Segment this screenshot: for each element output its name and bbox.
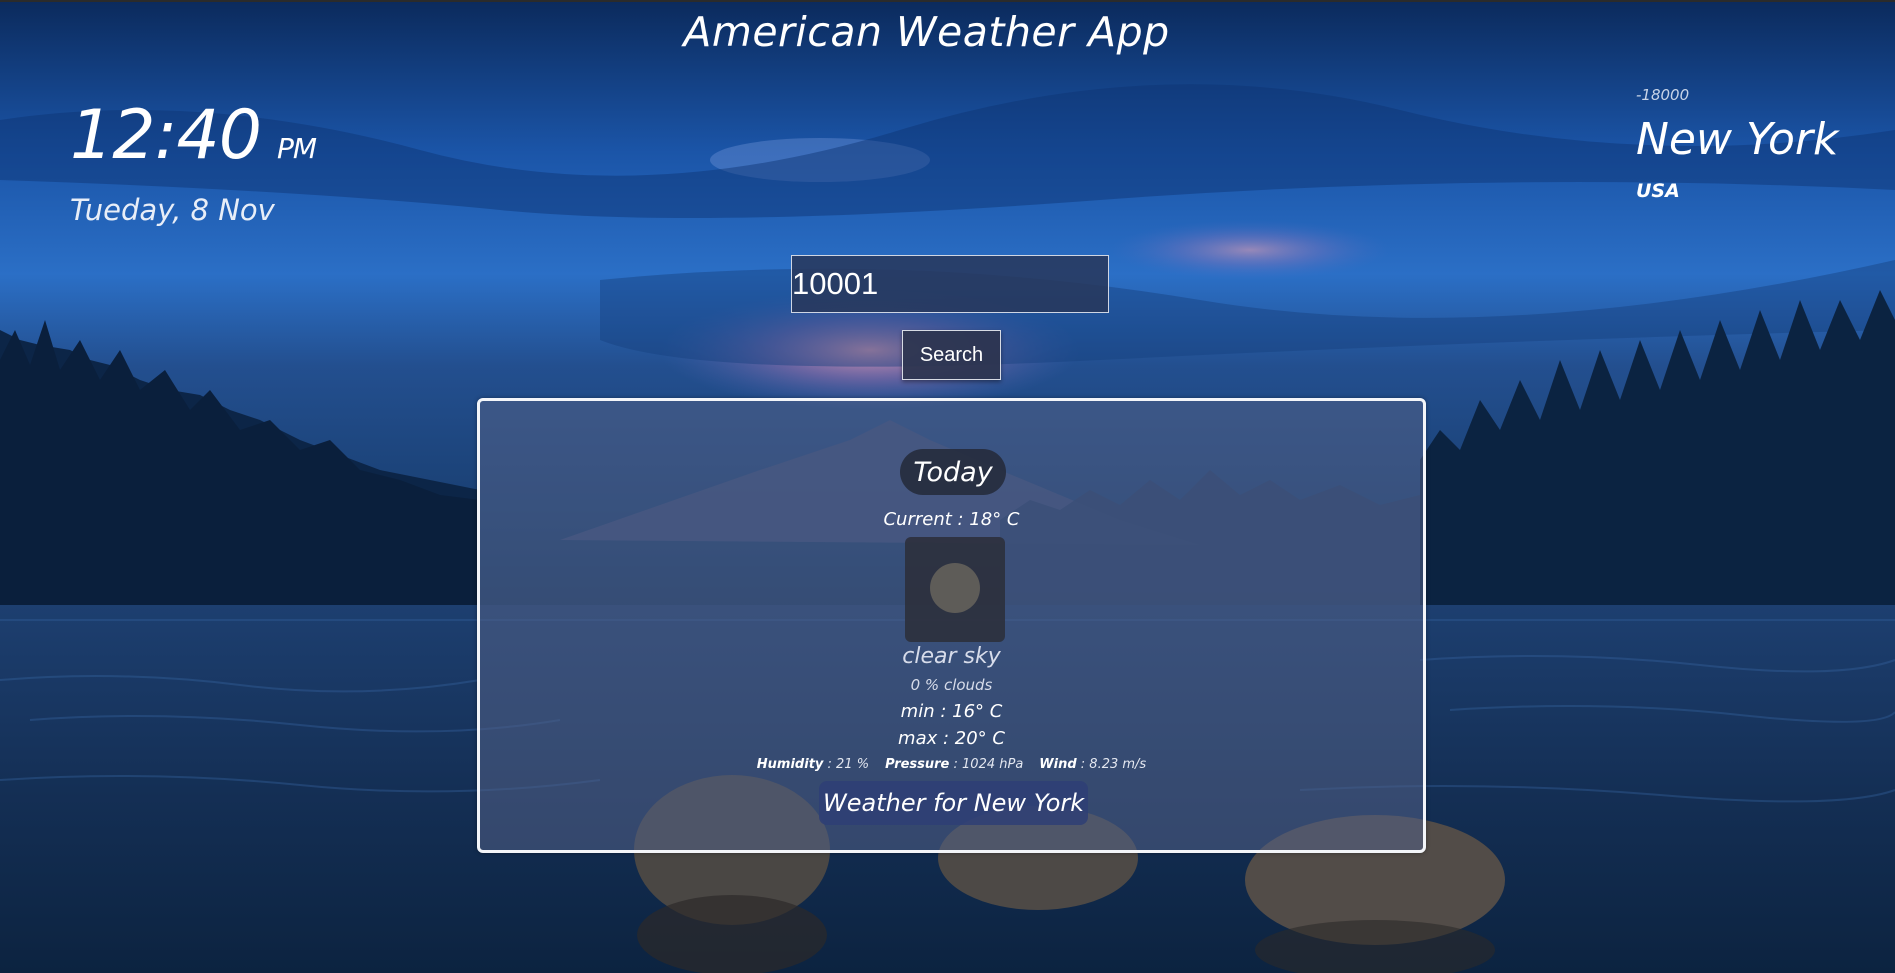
app-title: American Weather App [683, 8, 1170, 56]
max-temperature: max : 20° C [898, 728, 1005, 749]
pressure-label: Pressure [885, 757, 950, 772]
weather-description: clear sky [902, 644, 1001, 669]
today-heading: Today [900, 449, 1006, 495]
clock: 12:40 PM [70, 96, 317, 175]
wind-value: : 8.23 m/s [1076, 757, 1147, 772]
min-temperature: min : 16° C [900, 701, 1003, 722]
sun-icon [930, 563, 980, 613]
timezone-offset: -18000 [1636, 86, 1690, 104]
weather-card: Today Current : 18° C clear sky 0 % clou… [477, 398, 1426, 853]
top-border [0, 0, 1895, 2]
country-name: USA [1636, 180, 1680, 202]
current-temperature: Current : 18° C [883, 509, 1020, 530]
humidity-label: Humidity [756, 757, 824, 772]
pressure-value: : 1024 hPa [949, 757, 1024, 772]
clock-time: 12:40 [70, 96, 262, 175]
zip-search-input[interactable] [791, 255, 1109, 313]
clock-ampm: PM [276, 132, 317, 165]
clock-date: Tueday, 8 Nov [70, 193, 275, 227]
cloud-cover: 0 % clouds [910, 676, 993, 694]
app-background: American Weather App 12:40 PM Tueday, 8 N… [0, 0, 1895, 973]
clear-sky-icon [905, 537, 1005, 642]
search-button[interactable]: Search [902, 330, 1001, 380]
wind-label: Wind [1039, 757, 1077, 772]
weather-for-city: Weather for New York [819, 781, 1089, 825]
city-name: New York [1636, 114, 1839, 165]
weather-details: Humidity : 21 % Pressure : 1024 hPa Wind :… [480, 757, 1423, 772]
humidity-value: : 21 % [823, 757, 870, 772]
